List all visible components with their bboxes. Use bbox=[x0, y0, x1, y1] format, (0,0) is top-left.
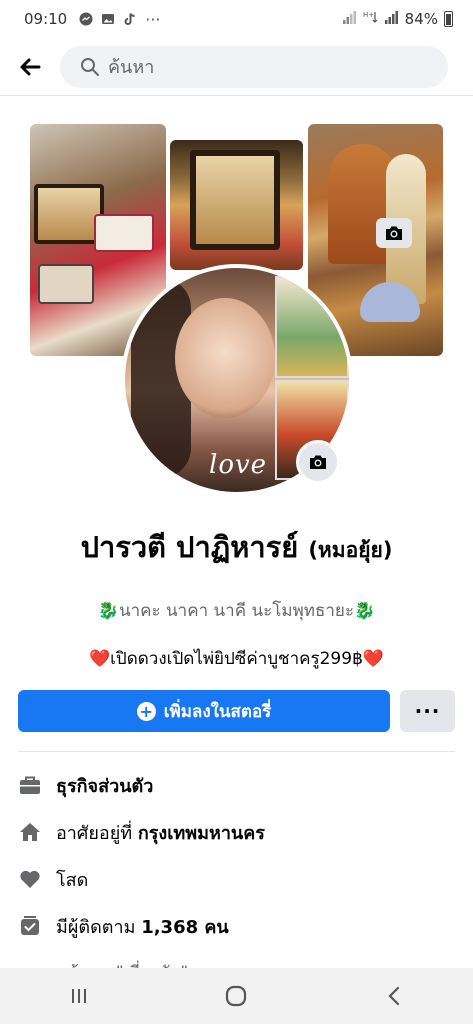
camera-icon bbox=[310, 455, 326, 469]
edit-cover-button[interactable] bbox=[376, 218, 412, 248]
tiktok-icon bbox=[123, 12, 137, 26]
chevron-left-icon bbox=[388, 986, 400, 1006]
status-more-dots: ··· bbox=[145, 9, 161, 29]
recents-icon bbox=[71, 989, 86, 1003]
home-circle-icon bbox=[226, 985, 247, 1007]
detail-relationship[interactable]: โสด bbox=[18, 864, 88, 894]
profile-name: ปารวตี ปาฏิหารย์ (หมอยุ้ย) bbox=[0, 524, 473, 570]
detail-lives-in[interactable]: อาศัยอยู่ที่ กรุงเทพมหานคร bbox=[18, 817, 265, 847]
followers-prefix: มีผู้ติดตาม bbox=[56, 916, 142, 938]
briefcase-icon bbox=[18, 773, 42, 797]
status-right: H+ 84% bbox=[342, 10, 453, 28]
network-type-icon: H+ bbox=[363, 10, 379, 28]
status-time: 09:10 bbox=[24, 10, 68, 28]
divider bbox=[18, 751, 455, 752]
heart-icon bbox=[18, 867, 42, 891]
add-to-story-label: เพิ่มลงในสตอรี่ bbox=[163, 701, 272, 722]
back-button[interactable] bbox=[0, 38, 60, 96]
avatar-love-text: love bbox=[209, 450, 268, 480]
search-header: ค้นหา bbox=[0, 38, 473, 96]
nav-back-button[interactable] bbox=[364, 976, 424, 1016]
status-left: 09:10 ··· bbox=[24, 10, 161, 29]
profile-alt-name: (หมอยุ้ย) bbox=[308, 538, 393, 562]
followers-icon bbox=[18, 914, 42, 938]
nav-home-button[interactable] bbox=[206, 976, 266, 1016]
system-nav-bar bbox=[0, 968, 473, 1024]
add-to-story-button[interactable]: + เพิ่มลงในสตอรี่ bbox=[18, 690, 390, 732]
battery-percent: 84% bbox=[404, 10, 438, 28]
tarot-card-the-world bbox=[275, 276, 349, 378]
relationship-status: โสด bbox=[56, 869, 89, 891]
edit-avatar-button[interactable] bbox=[296, 440, 340, 484]
search-icon bbox=[81, 57, 99, 76]
followers-count: 1,368 คน bbox=[141, 916, 229, 938]
bio-line-2: ❤️เปิดดวงเปิดไพ่ยิปซีค่าบูชาครู299฿❤️ bbox=[88, 649, 385, 669]
battery-icon bbox=[444, 11, 453, 27]
lives-in-city: กรุงเทพมหานคร bbox=[137, 822, 265, 844]
status-bar: 09:10 ··· H+ 84% bbox=[0, 0, 473, 38]
search-placeholder: ค้นหา bbox=[108, 57, 155, 78]
amulet-box bbox=[94, 214, 154, 252]
signal-icon bbox=[342, 10, 357, 28]
amulet-box bbox=[38, 264, 94, 304]
nav-recents-button[interactable] bbox=[49, 976, 109, 1016]
camera-icon bbox=[386, 226, 402, 240]
plus-circle-icon: + bbox=[136, 701, 156, 721]
work-label: ธุรกิจส่วนตัว bbox=[56, 775, 154, 797]
bio-line-1: 🐉นาคะ นาคา นาคี นะโมพุทธายะ🐉 bbox=[97, 601, 376, 621]
more-options-button[interactable]: ··· bbox=[400, 690, 455, 732]
avatar-face bbox=[175, 298, 275, 418]
lives-in-prefix: อาศัยอยู่ที่ bbox=[56, 822, 138, 844]
svg-text:H+: H+ bbox=[363, 11, 374, 19]
home-icon bbox=[18, 820, 42, 844]
profile-name-main: ปารวตี ปาฏิหารย์ bbox=[80, 530, 299, 564]
signal-icon-2 bbox=[384, 10, 399, 28]
detail-followers[interactable]: มีผู้ติดตาม 1,368 คน bbox=[18, 911, 229, 941]
portrait-frame bbox=[190, 150, 280, 250]
arrow-left-icon bbox=[20, 58, 41, 75]
messenger-icon bbox=[79, 12, 93, 26]
cover-photo-monk-portrait bbox=[170, 140, 303, 270]
gallery-icon bbox=[101, 12, 115, 26]
search-input[interactable]: ค้นหา bbox=[60, 45, 448, 88]
detail-work[interactable]: ธุรกิจส่วนตัว bbox=[18, 770, 153, 800]
